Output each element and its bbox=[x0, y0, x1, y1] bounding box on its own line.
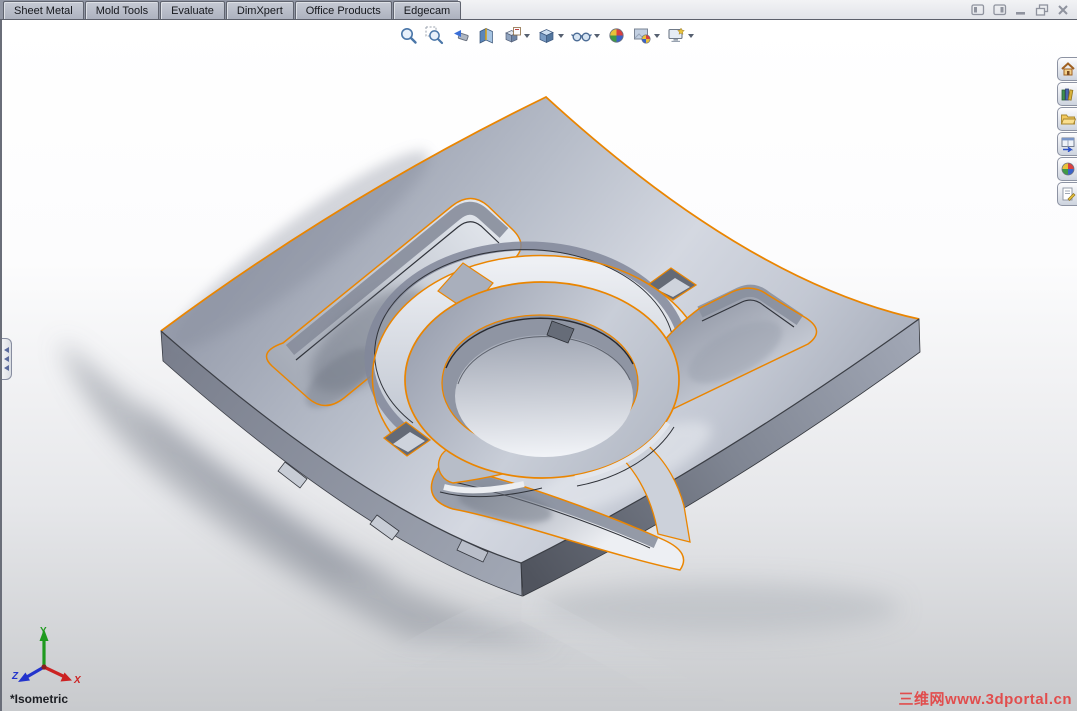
custom-properties-tab[interactable] bbox=[1057, 182, 1077, 206]
toggle-right-pane-icon[interactable] bbox=[993, 4, 1007, 16]
window-controls bbox=[971, 4, 1069, 16]
zoom-to-area-button[interactable] bbox=[424, 25, 445, 46]
command-manager-tabstrip: Sheet Metal Mold Tools Evaluate DimXpert… bbox=[0, 0, 462, 19]
view-settings-icon bbox=[668, 27, 685, 42]
command-tab-edgecam[interactable]: Edgecam bbox=[392, 1, 462, 19]
view-palette-icon bbox=[1061, 137, 1074, 152]
eyeglasses-icon bbox=[571, 32, 592, 42]
command-tab-evaluate[interactable]: Evaluate bbox=[160, 1, 225, 19]
heads-up-view-toolbar bbox=[398, 25, 695, 46]
apply-scene-button[interactable] bbox=[632, 25, 661, 46]
triad-y-label: Y bbox=[40, 626, 47, 637]
solidworks-window: { "command_tabs": { "items": [ {"label":… bbox=[0, 0, 1077, 711]
hide-show-items-button[interactable] bbox=[570, 25, 601, 46]
triad-x-label: X bbox=[73, 675, 82, 685]
restore-icon[interactable] bbox=[1035, 4, 1049, 16]
tab-label: Office Products bbox=[305, 4, 381, 17]
edit-appearance-button[interactable] bbox=[606, 25, 627, 46]
tab-label: Sheet Metal bbox=[14, 4, 73, 17]
dropdown-arrow[interactable] bbox=[594, 33, 600, 38]
watermark-text: 三维网www.3dportal.cn bbox=[898, 691, 1072, 708]
command-tab-sheet-metal[interactable]: Sheet Metal bbox=[3, 1, 84, 19]
view-orientation-button[interactable] bbox=[502, 25, 531, 46]
design-library-tab[interactable] bbox=[1057, 82, 1077, 106]
view-orientation-icon bbox=[505, 27, 521, 43]
view-settings-button[interactable] bbox=[666, 25, 695, 46]
graphics-area[interactable] bbox=[2, 20, 1077, 711]
tab-label: DimXpert bbox=[236, 4, 283, 17]
previous-view-icon bbox=[454, 30, 469, 42]
section-view-icon bbox=[479, 27, 493, 44]
section-view-button[interactable] bbox=[476, 25, 497, 46]
apply-scene-icon bbox=[634, 28, 651, 44]
tab-label: Mold Tools bbox=[95, 4, 149, 17]
display-style-button[interactable] bbox=[536, 25, 565, 46]
appearances-ball-icon bbox=[1061, 162, 1074, 176]
dropdown-arrow[interactable] bbox=[688, 33, 694, 38]
folder-icon bbox=[1060, 114, 1076, 125]
chevron-left-icon bbox=[4, 347, 9, 353]
zoom-to-area-icon bbox=[425, 26, 444, 45]
chevron-left-icon bbox=[4, 365, 9, 371]
books-icon bbox=[1061, 88, 1073, 101]
display-style-icon bbox=[539, 29, 554, 44]
reference-triad: Y Z X bbox=[11, 626, 82, 685]
feature-tree-collapse-handle[interactable] bbox=[2, 338, 12, 380]
dropdown-arrow[interactable] bbox=[524, 33, 530, 38]
title-bar: Sheet Metal Mold Tools Evaluate DimXpert… bbox=[0, 0, 1077, 20]
command-tab-dimxpert[interactable]: DimXpert bbox=[225, 1, 294, 19]
appearances-scenes-tab[interactable] bbox=[1057, 157, 1077, 181]
command-tab-office-products[interactable]: Office Products bbox=[294, 1, 392, 19]
solidworks-resources-tab[interactable] bbox=[1057, 57, 1077, 81]
file-explorer-tab[interactable] bbox=[1057, 107, 1077, 131]
toggle-left-pane-icon[interactable] bbox=[971, 4, 985, 16]
model-viewport[interactable]: Y Z X *Isometric 三维网www.3dportal.cn bbox=[0, 20, 1077, 711]
previous-view-button[interactable] bbox=[450, 25, 471, 46]
view-palette-tab[interactable] bbox=[1057, 132, 1077, 156]
minimize-icon[interactable] bbox=[1015, 4, 1027, 16]
dropdown-arrow[interactable] bbox=[654, 33, 660, 38]
task-pane-tabstrip bbox=[1057, 57, 1077, 206]
zoom-to-fit-button[interactable] bbox=[398, 25, 419, 46]
command-tab-mold-tools[interactable]: Mold Tools bbox=[84, 1, 160, 19]
document-pencil-icon bbox=[1062, 187, 1075, 201]
view-orientation-label: *Isometric bbox=[10, 692, 69, 706]
home-icon bbox=[1060, 62, 1075, 76]
tab-label: Evaluate bbox=[171, 4, 214, 17]
close-icon[interactable] bbox=[1057, 4, 1069, 16]
triad-z-label: Z bbox=[11, 671, 19, 682]
zoom-to-fit-icon bbox=[401, 28, 417, 44]
chevron-left-icon bbox=[4, 356, 9, 362]
dropdown-arrow[interactable] bbox=[558, 33, 564, 38]
tab-label: Edgecam bbox=[403, 4, 451, 17]
appearance-ball-icon bbox=[609, 28, 624, 43]
